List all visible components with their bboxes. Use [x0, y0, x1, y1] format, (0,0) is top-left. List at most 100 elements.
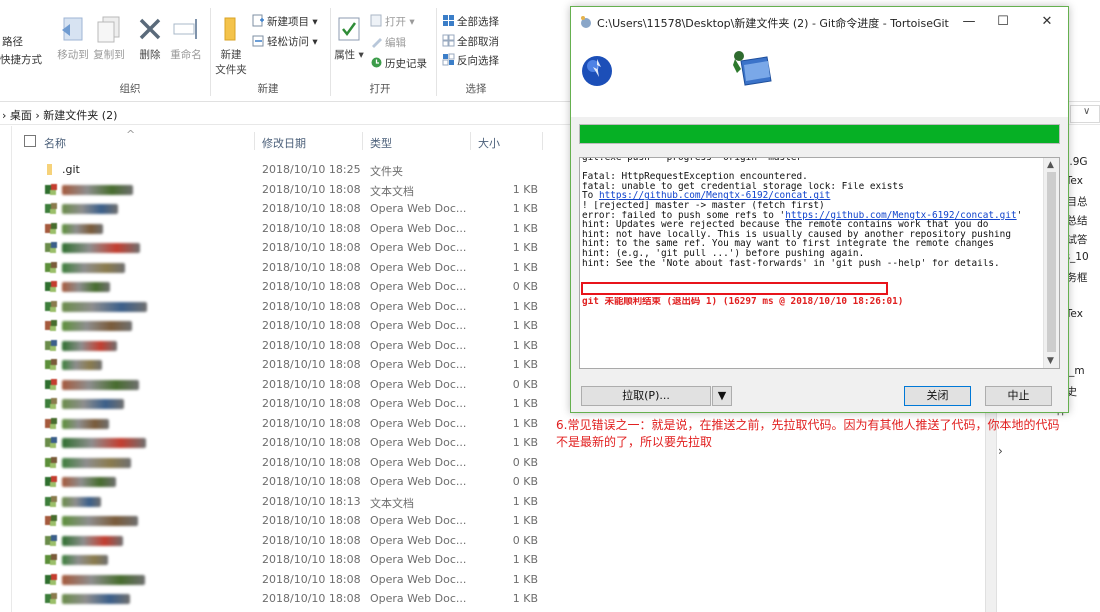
- file-name-redacted: [62, 282, 110, 292]
- new-folder-button[interactable]: 新建 文件夹: [214, 14, 248, 77]
- column-divider[interactable]: [254, 132, 255, 150]
- dialog-banner: [571, 37, 1068, 117]
- move-to-button[interactable]: 移动到: [56, 14, 90, 62]
- file-row[interactable]: 2018/10/10 18:08 Opera Web Doc... 1 KB: [14, 355, 554, 375]
- address-dropdown-button[interactable]: ∨: [1070, 105, 1100, 123]
- file-row[interactable]: 2018/10/10 18:08 Opera Web Doc... 0 KB: [14, 531, 554, 551]
- log-line: hint: (e.g., 'git pull ...') before push…: [582, 248, 865, 259]
- file-row[interactable]: 2018/10/10 18:08 Opera Web Doc... 1 KB: [14, 511, 554, 531]
- close-window-button[interactable]: ✕: [1035, 11, 1059, 33]
- file-date: 2018/10/10 18:08: [262, 260, 361, 274]
- history-button[interactable]: 历史记录: [370, 56, 427, 71]
- file-size: 0 KB: [512, 533, 538, 547]
- column-date[interactable]: 修改日期: [262, 135, 306, 151]
- edit-button[interactable]: 编辑: [370, 35, 406, 50]
- column-divider[interactable]: [470, 132, 471, 150]
- column-divider[interactable]: [362, 132, 363, 150]
- select-all-checkbox[interactable]: [24, 135, 36, 147]
- file-row[interactable]: .git 2018/10/10 18:25 文件夹: [14, 160, 554, 180]
- paste-shortcut-label[interactable]: 快捷方式: [0, 52, 42, 67]
- dialog-title: C:\Users\11578\Desktop\新建文件夹 (2) - Git命令…: [597, 17, 949, 30]
- delete-button[interactable]: 删除: [135, 14, 165, 62]
- file-row[interactable]: 2018/10/10 18:08 Opera Web Doc... 1 KB: [14, 589, 554, 609]
- minimize-button[interactable]: —: [957, 11, 981, 33]
- file-row[interactable]: 2018/10/10 18:08 Opera Web Doc... 0 KB: [14, 375, 554, 395]
- output-log[interactable]: git.exe push --progress "origin" master F…: [579, 157, 1060, 369]
- repo-url-link[interactable]: https://github.com/Mengtx-6192/concat.gi…: [599, 191, 830, 201]
- scroll-down-icon[interactable]: ▼: [1047, 356, 1054, 366]
- file-date: 2018/10/10 18:08: [262, 553, 361, 566]
- file-row[interactable]: 2018/10/10 18:08 Opera Web Doc... 0 KB: [14, 453, 554, 473]
- file-name-redacted: [62, 399, 124, 409]
- file-date: 2018/10/10 18:08: [262, 182, 361, 196]
- file-row[interactable]: 2018/10/10 18:08 Opera Web Doc... 1 KB: [14, 414, 554, 434]
- file-name-redacted: [62, 535, 123, 546]
- file-date: 2018/10/10 18:08: [262, 358, 361, 371]
- file-row[interactable]: 2018/10/10 18:08 Opera Web Doc... 1 KB: [14, 238, 554, 258]
- file-row[interactable]: 2018/10/10 18:08 Opera Web Doc... 1 KB: [14, 258, 554, 278]
- column-name[interactable]: 名称: [44, 135, 66, 151]
- easy-access-button[interactable]: 轻松访问 ▾: [252, 34, 318, 49]
- log-error-line: git 未能顺利结束 (退出码 1) (16297 ms @ 2018/10/1…: [582, 296, 904, 307]
- file-row[interactable]: 2018/10/10 18:13 文本文档 1 KB: [14, 492, 554, 512]
- navigation-pane[interactable]: [0, 126, 12, 612]
- abort-button[interactable]: 中止: [985, 386, 1052, 406]
- rename-button[interactable]: 重命名: [168, 14, 204, 62]
- file-type: Opera Web Doc...: [370, 221, 467, 235]
- dialog-titlebar[interactable]: C:\Users\11578\Desktop\新建文件夹 (2) - Git命令…: [571, 7, 1068, 37]
- invert-selection-button[interactable]: 反向选择: [442, 53, 499, 68]
- scroll-up-icon[interactable]: ▲: [1047, 160, 1054, 170]
- file-row[interactable]: 2018/10/10 18:08 Opera Web Doc... 1 KB: [14, 297, 554, 317]
- file-name: .git: [62, 163, 80, 176]
- select-none-button[interactable]: 全部取消: [442, 34, 499, 49]
- pull-button[interactable]: 拉取(P)...: [581, 386, 711, 406]
- properties-button[interactable]: 属性 ▾: [334, 14, 364, 62]
- file-row[interactable]: 2018/10/10 18:08 Opera Web Doc... 1 KB: [14, 199, 554, 219]
- file-type: Opera Web Doc...: [370, 299, 467, 313]
- pull-dropdown-button[interactable]: ▼: [712, 386, 732, 406]
- repo-url-link[interactable]: https://github.com/Mengtx-6192/concat.gi…: [785, 211, 1016, 221]
- breadcrumb[interactable]: › 桌面 › 新建文件夹 (2): [2, 107, 117, 123]
- scroll-thumb[interactable]: [1047, 172, 1056, 352]
- column-size[interactable]: 大小: [478, 135, 500, 151]
- file-name-redacted: [62, 438, 146, 448]
- new-item-button[interactable]: 新建项目 ▾: [252, 14, 318, 29]
- column-divider[interactable]: [542, 132, 543, 150]
- tortoisegit-icon: [581, 16, 591, 28]
- file-row[interactable]: 2018/10/10 18:08 Opera Web Doc... 0 KB: [14, 472, 554, 492]
- file-date: 2018/10/10 18:08: [262, 592, 361, 605]
- log-scrollbar[interactable]: ▲ ▼: [1043, 158, 1059, 368]
- close-button[interactable]: 关闭: [904, 386, 971, 406]
- file-row[interactable]: 2018/10/10 18:08 文本文档 1 KB: [14, 180, 554, 200]
- file-row[interactable]: 2018/10/10 18:08 Opera Web Doc... 1 KB: [14, 336, 554, 356]
- maximize-button[interactable]: ☐: [991, 11, 1015, 33]
- file-icon: [44, 300, 60, 313]
- group-separator: [210, 8, 211, 96]
- file-date: 2018/10/10 18:25: [262, 163, 361, 176]
- copy-path-label[interactable]: 路径: [2, 34, 23, 49]
- copy-to-icon: [97, 16, 120, 43]
- new-group-label: 新建: [257, 83, 279, 95]
- new-item-label: 新建项目: [267, 16, 309, 28]
- file-row[interactable]: 2018/10/10 18:08 Opera Web Doc... 1 KB: [14, 550, 554, 570]
- file-type: Opera Web Doc...: [370, 377, 467, 391]
- file-row[interactable]: 2018/10/10 18:08 Opera Web Doc... 1 KB: [14, 394, 554, 414]
- file-row[interactable]: 2018/10/10 18:08 Opera Web Doc... 1 KB: [14, 219, 554, 239]
- file-type: Opera Web Doc...: [370, 358, 467, 371]
- open-button[interactable]: 打开 ▾: [370, 14, 415, 29]
- file-row[interactable]: 2018/10/10 18:08 Opera Web Doc... 1 KB: [14, 570, 554, 590]
- column-type[interactable]: 类型: [370, 135, 392, 151]
- file-row[interactable]: 2018/10/10 18:08 Opera Web Doc... 1 KB: [14, 316, 554, 336]
- open-icon: [370, 14, 382, 27]
- file-date: 2018/10/10 18:08: [262, 280, 361, 293]
- select-all-button[interactable]: 全部选择: [442, 14, 499, 29]
- file-row[interactable]: 2018/10/10 18:08 Opera Web Doc... 1 KB: [14, 433, 554, 453]
- easy-access-label: 轻松访问: [267, 36, 309, 48]
- copy-path-text: 路径: [2, 36, 23, 48]
- copy-to-button[interactable]: 复制到: [92, 14, 126, 62]
- log-line: ! [rejected] master -> master (fetch fir…: [582, 200, 825, 211]
- file-size: 1 KB: [512, 260, 538, 274]
- file-icon: [44, 261, 60, 274]
- file-icon: [44, 456, 60, 469]
- file-row[interactable]: 2018/10/10 18:08 Opera Web Doc... 0 KB: [14, 277, 554, 297]
